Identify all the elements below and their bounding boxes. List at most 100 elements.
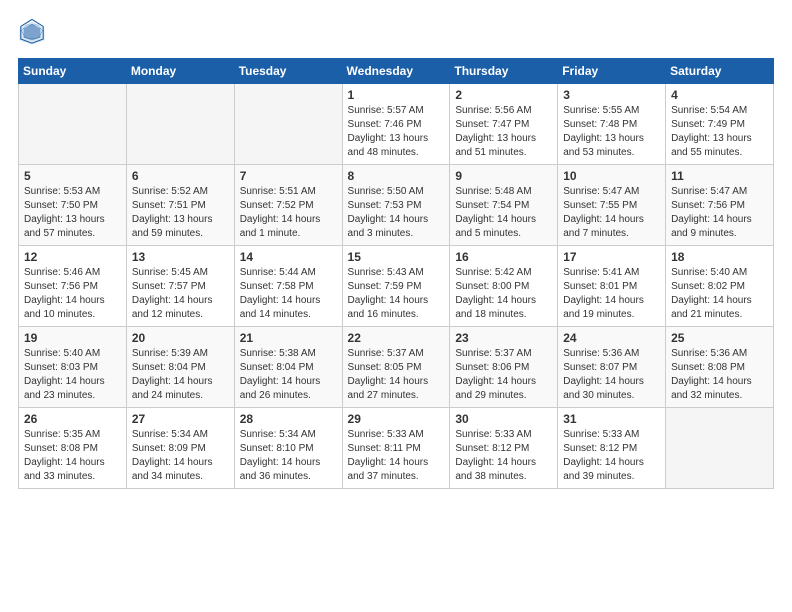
calendar-cell: 26 Sunrise: 5:35 AM Sunset: 8:08 PM Dayli…	[19, 408, 127, 489]
day-info: Sunrise: 5:35 AM Sunset: 8:08 PM Dayligh…	[24, 428, 121, 484]
day-info: Sunrise: 5:36 AM Sunset: 8:07 PM Dayligh…	[563, 347, 660, 403]
day-info: Sunrise: 5:41 AM Sunset: 8:01 PM Dayligh…	[563, 266, 660, 322]
calendar-cell: 14 Sunrise: 5:44 AM Sunset: 7:58 PM Dayli…	[234, 246, 342, 327]
day-info: Sunrise: 5:56 AM Sunset: 7:47 PM Dayligh…	[455, 104, 552, 160]
day-number: 29	[348, 412, 445, 426]
day-info: Sunrise: 5:44 AM Sunset: 7:58 PM Dayligh…	[240, 266, 337, 322]
day-info: Sunrise: 5:42 AM Sunset: 8:00 PM Dayligh…	[455, 266, 552, 322]
calendar-cell: 4 Sunrise: 5:54 AM Sunset: 7:49 PM Daylig…	[666, 84, 774, 165]
calendar-cell: 19 Sunrise: 5:40 AM Sunset: 8:03 PM Dayli…	[19, 327, 127, 408]
day-info: Sunrise: 5:38 AM Sunset: 8:04 PM Dayligh…	[240, 347, 337, 403]
day-number: 3	[563, 88, 660, 102]
day-number: 23	[455, 331, 552, 345]
day-info: Sunrise: 5:33 AM Sunset: 8:12 PM Dayligh…	[455, 428, 552, 484]
calendar-cell: 11 Sunrise: 5:47 AM Sunset: 7:56 PM Dayli…	[666, 165, 774, 246]
day-info: Sunrise: 5:55 AM Sunset: 7:48 PM Dayligh…	[563, 104, 660, 160]
day-info: Sunrise: 5:34 AM Sunset: 8:09 PM Dayligh…	[132, 428, 229, 484]
calendar-cell: 8 Sunrise: 5:50 AM Sunset: 7:53 PM Daylig…	[342, 165, 450, 246]
logo-icon	[18, 18, 46, 46]
day-number: 6	[132, 169, 229, 183]
day-number: 25	[671, 331, 768, 345]
calendar-cell: 5 Sunrise: 5:53 AM Sunset: 7:50 PM Daylig…	[19, 165, 127, 246]
day-number: 17	[563, 250, 660, 264]
day-info: Sunrise: 5:36 AM Sunset: 8:08 PM Dayligh…	[671, 347, 768, 403]
day-info: Sunrise: 5:47 AM Sunset: 7:55 PM Dayligh…	[563, 185, 660, 241]
day-info: Sunrise: 5:39 AM Sunset: 8:04 PM Dayligh…	[132, 347, 229, 403]
day-info: Sunrise: 5:54 AM Sunset: 7:49 PM Dayligh…	[671, 104, 768, 160]
calendar-week-0: 1 Sunrise: 5:57 AM Sunset: 7:46 PM Daylig…	[19, 84, 774, 165]
day-number: 20	[132, 331, 229, 345]
day-info: Sunrise: 5:33 AM Sunset: 8:12 PM Dayligh…	[563, 428, 660, 484]
calendar-cell	[234, 84, 342, 165]
day-number: 30	[455, 412, 552, 426]
calendar-cell: 23 Sunrise: 5:37 AM Sunset: 8:06 PM Dayli…	[450, 327, 558, 408]
day-number: 21	[240, 331, 337, 345]
day-number: 13	[132, 250, 229, 264]
calendar-cell: 3 Sunrise: 5:55 AM Sunset: 7:48 PM Daylig…	[558, 84, 666, 165]
day-info: Sunrise: 5:40 AM Sunset: 8:02 PM Dayligh…	[671, 266, 768, 322]
calendar-cell: 22Sunrise: 5:37 AM Sunset: 8:05 PM Dayli…	[342, 327, 450, 408]
day-number: 27	[132, 412, 229, 426]
day-number: 1	[348, 88, 445, 102]
day-number: 26	[24, 412, 121, 426]
calendar-cell: 21 Sunrise: 5:38 AM Sunset: 8:04 PM Dayli…	[234, 327, 342, 408]
day-info: Sunrise: 5:43 AM Sunset: 7:59 PM Dayligh…	[348, 266, 445, 322]
calendar-cell: 7Sunrise: 5:51 AM Sunset: 7:52 PM Daylig…	[234, 165, 342, 246]
day-info: Sunrise: 5:40 AM Sunset: 8:03 PM Dayligh…	[24, 347, 121, 403]
calendar-week-4: 26 Sunrise: 5:35 AM Sunset: 8:08 PM Dayli…	[19, 408, 774, 489]
day-info: Sunrise: 5:52 AM Sunset: 7:51 PM Dayligh…	[132, 185, 229, 241]
calendar-cell: 17 Sunrise: 5:41 AM Sunset: 8:01 PM Dayli…	[558, 246, 666, 327]
day-info: Sunrise: 5:57 AM Sunset: 7:46 PM Dayligh…	[348, 104, 445, 160]
calendar-week-1: 5 Sunrise: 5:53 AM Sunset: 7:50 PM Daylig…	[19, 165, 774, 246]
header	[18, 18, 774, 46]
day-info: Sunrise: 5:47 AM Sunset: 7:56 PM Dayligh…	[671, 185, 768, 241]
day-info: Sunrise: 5:53 AM Sunset: 7:50 PM Dayligh…	[24, 185, 121, 241]
day-number: 16	[455, 250, 552, 264]
day-header-thursday: Thursday	[450, 59, 558, 84]
calendar-cell: 2Sunrise: 5:56 AM Sunset: 7:47 PM Daylig…	[450, 84, 558, 165]
calendar-cell: 15 Sunrise: 5:43 AM Sunset: 7:59 PM Dayli…	[342, 246, 450, 327]
day-number: 5	[24, 169, 121, 183]
page: SundayMondayTuesdayWednesdayThursdayFrid…	[0, 0, 792, 499]
day-info: Sunrise: 5:51 AM Sunset: 7:52 PM Dayligh…	[240, 185, 337, 241]
day-number: 4	[671, 88, 768, 102]
header-row: SundayMondayTuesdayWednesdayThursdayFrid…	[19, 59, 774, 84]
day-number: 11	[671, 169, 768, 183]
calendar-week-3: 19 Sunrise: 5:40 AM Sunset: 8:03 PM Dayli…	[19, 327, 774, 408]
day-info: Sunrise: 5:34 AM Sunset: 8:10 PM Dayligh…	[240, 428, 337, 484]
day-info: Sunrise: 5:46 AM Sunset: 7:56 PM Dayligh…	[24, 266, 121, 322]
calendar-cell: 6 Sunrise: 5:52 AM Sunset: 7:51 PM Daylig…	[126, 165, 234, 246]
calendar-cell: 10 Sunrise: 5:47 AM Sunset: 7:55 PM Dayli…	[558, 165, 666, 246]
day-number: 14	[240, 250, 337, 264]
calendar-cell: 25 Sunrise: 5:36 AM Sunset: 8:08 PM Dayli…	[666, 327, 774, 408]
calendar-cell	[126, 84, 234, 165]
day-header-saturday: Saturday	[666, 59, 774, 84]
day-header-monday: Monday	[126, 59, 234, 84]
day-number: 8	[348, 169, 445, 183]
calendar-cell: 28 Sunrise: 5:34 AM Sunset: 8:10 PM Dayli…	[234, 408, 342, 489]
day-number: 10	[563, 169, 660, 183]
day-info: Sunrise: 5:50 AM Sunset: 7:53 PM Dayligh…	[348, 185, 445, 241]
calendar-cell: 29 Sunrise: 5:33 AM Sunset: 8:11 PM Dayli…	[342, 408, 450, 489]
day-info: Sunrise: 5:37 AM Sunset: 8:06 PM Dayligh…	[455, 347, 552, 403]
calendar-week-2: 12 Sunrise: 5:46 AM Sunset: 7:56 PM Dayli…	[19, 246, 774, 327]
day-number: 19	[24, 331, 121, 345]
day-info: Sunrise: 5:37 AM Sunset: 8:05 PM Dayligh…	[348, 347, 445, 403]
day-number: 31	[563, 412, 660, 426]
day-number: 15	[348, 250, 445, 264]
calendar-cell: 27 Sunrise: 5:34 AM Sunset: 8:09 PM Dayli…	[126, 408, 234, 489]
calendar-cell: 9Sunrise: 5:48 AM Sunset: 7:54 PM Daylig…	[450, 165, 558, 246]
calendar-cell	[666, 408, 774, 489]
day-header-wednesday: Wednesday	[342, 59, 450, 84]
day-header-friday: Friday	[558, 59, 666, 84]
day-info: Sunrise: 5:48 AM Sunset: 7:54 PM Dayligh…	[455, 185, 552, 241]
day-header-tuesday: Tuesday	[234, 59, 342, 84]
calendar-cell: 16 Sunrise: 5:42 AM Sunset: 8:00 PM Dayli…	[450, 246, 558, 327]
day-number: 12	[24, 250, 121, 264]
calendar-cell: 31 Sunrise: 5:33 AM Sunset: 8:12 PM Dayli…	[558, 408, 666, 489]
day-header-sunday: Sunday	[19, 59, 127, 84]
day-info: Sunrise: 5:33 AM Sunset: 8:11 PM Dayligh…	[348, 428, 445, 484]
calendar-cell: 20 Sunrise: 5:39 AM Sunset: 8:04 PM Dayli…	[126, 327, 234, 408]
day-number: 28	[240, 412, 337, 426]
calendar-cell: 30 Sunrise: 5:33 AM Sunset: 8:12 PM Dayli…	[450, 408, 558, 489]
